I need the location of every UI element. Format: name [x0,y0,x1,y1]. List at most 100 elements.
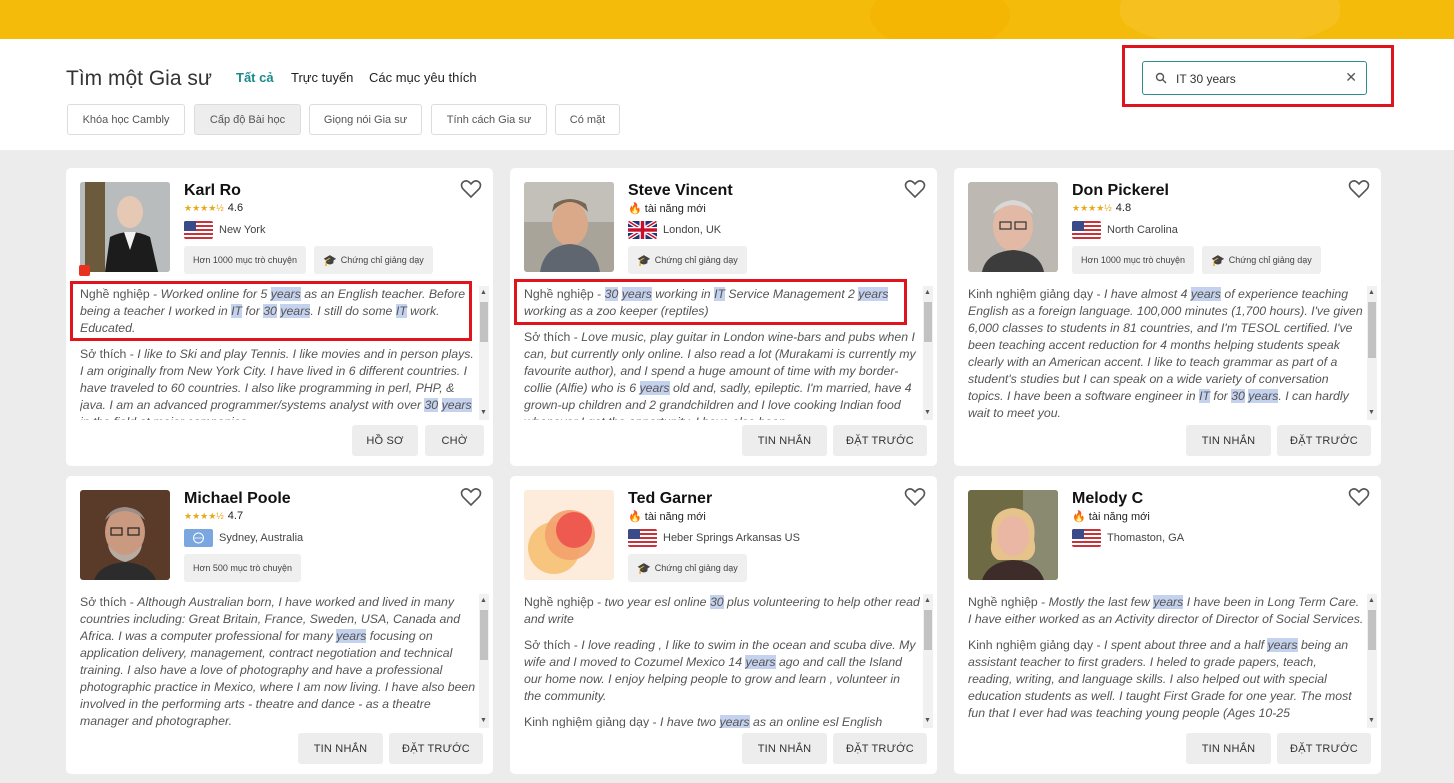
book-button[interactable]: ĐẶT TRƯỚC [1277,733,1371,764]
tab-favorites[interactable]: Các mục yêu thích [369,70,477,85]
search-header: Tìm một Gia sư Tất cả Trực tuyến Các mục… [0,39,1454,150]
tutor-photo[interactable] [80,490,170,580]
tutor-rating: ★★★★½ 4.7 [184,510,243,522]
hobby-text: Love music, play guitar in London wine-b… [524,330,916,420]
tutor-location: Thomaston, GA [1072,528,1184,548]
heart-icon[interactable] [904,179,926,199]
occupation-annotation-box [70,281,472,341]
scroll-down-icon[interactable]: ▼ [480,717,487,725]
star-icon: ★★★★½ [1072,202,1112,213]
scrollbar-thumb[interactable] [1368,610,1376,650]
scrollbar-thumb[interactable] [1368,302,1376,358]
tutor-location: London, UK [628,220,721,240]
scroll-up-icon[interactable]: ▲ [924,289,931,297]
scroll-up-icon[interactable]: ▲ [480,289,487,297]
tutor-name[interactable]: Steve Vincent [628,182,733,200]
tutor-name[interactable]: Ted Garner [628,490,712,508]
scroll-down-icon[interactable]: ▼ [1368,409,1375,417]
scroll-up-icon[interactable]: ▲ [480,597,487,605]
description-scrollbar[interactable]: ▲ ▼ [1367,594,1377,728]
book-button[interactable]: ĐẶT TRƯỚC [389,733,483,764]
location-text: New York [219,224,266,236]
heart-icon[interactable] [460,487,482,507]
close-icon[interactable]: ✕ [1345,69,1357,86]
heart-icon[interactable] [904,487,926,507]
badge-conversations: Hơn 500 mục trò chuyện [184,554,301,582]
new-talent-label: 🔥 tài năng mới [628,511,706,523]
scroll-up-icon[interactable]: ▲ [1368,289,1375,297]
hobby-text: I like to Ski and play Tennis. I like mo… [80,347,474,420]
tutor-name[interactable]: Melody C [1072,490,1143,508]
badge-conversations: Hơn 1000 mục trò chuyện [184,246,306,274]
tutor-location: Heber Springs Arkansas US [628,528,800,548]
search-highlight: years [441,398,472,412]
scroll-down-icon[interactable]: ▼ [924,409,931,417]
tutor-photo[interactable] [80,182,170,272]
status-indicator [79,265,90,276]
book-button[interactable]: ĐẶT TRƯỚC [833,733,927,764]
rating-value: 4.8 [1115,202,1132,214]
description-scrollbar[interactable]: ▲ ▼ [923,594,933,728]
scrollbar-thumb[interactable] [924,302,932,342]
tutor-name[interactable]: Don Pickerel [1072,182,1169,200]
heart-icon[interactable] [1348,487,1370,507]
tutor-photo[interactable] [524,490,614,580]
badge-certified: 🎓 Chứng chỉ giảng dạy [1202,246,1321,274]
tutor-description: Nghề nghiệp - two year esl online 30 plu… [524,594,920,728]
message-button[interactable]: TIN NHẮN [742,733,827,764]
search-highlight: 30 [709,595,724,609]
message-button[interactable]: TIN NHẮN [742,425,827,456]
scroll-up-icon[interactable]: ▲ [1368,597,1375,605]
tutor-photo[interactable] [968,490,1058,580]
book-button[interactable]: ĐẶT TRƯỚC [1277,425,1371,456]
page-title: Tìm một Gia sư [66,67,212,90]
hobby-text: Although Australian born, I have worked … [80,595,476,728]
scroll-up-icon[interactable]: ▲ [924,597,931,605]
description-scrollbar[interactable]: ▲ ▼ [1367,286,1377,420]
tutor-description: Nghề nghiệp - Mostly the last few years … [968,595,1364,720]
tutor-photo[interactable] [968,182,1058,272]
message-button[interactable]: TIN NHẮN [298,733,383,764]
scrollbar-thumb[interactable] [480,610,488,660]
location-text: Sydney, Australia [219,532,304,544]
badge-certified: 🎓 Chứng chỉ giảng dạy [628,246,747,274]
tab-online[interactable]: Trực tuyến [291,70,353,85]
book-button[interactable]: ĐẶT TRƯỚC [833,425,927,456]
filter-tutor-accent[interactable]: Giọng nói Gia sư [309,104,422,135]
message-button[interactable]: TIN NHẮN [1186,733,1271,764]
scrollbar-thumb[interactable] [924,610,932,650]
search-highlight: years [719,715,750,728]
graduation-cap-icon: 🎓 [637,562,651,575]
description-scrollbar[interactable]: ▲ ▼ [923,286,933,420]
tutor-name[interactable]: Michael Poole [184,490,291,508]
scroll-down-icon[interactable]: ▼ [480,409,487,417]
description-scrollbar[interactable]: ▲ ▼ [479,286,489,420]
search-query[interactable]: IT 30 years [1176,72,1236,86]
heart-icon[interactable] [1348,179,1370,199]
tutor-name[interactable]: Karl Ro [184,182,241,200]
filter-tutor-personality[interactable]: Tính cách Gia sư [431,104,547,135]
wait-button[interactable]: CHỜ [425,425,484,456]
filter-lesson-level[interactable]: Cấp độ Bài học [194,104,301,135]
heart-icon[interactable] [460,179,482,199]
tutor-rating: ★★★★½ 4.6 [184,202,243,214]
filter-available[interactable]: Có mặt [555,104,620,135]
tutor-photo[interactable] [524,182,614,272]
un-flag-icon [184,529,213,547]
description-scrollbar[interactable]: ▲ ▼ [479,594,489,728]
scrollbar-thumb[interactable] [480,302,488,342]
message-button[interactable]: TIN NHẮN [1186,425,1271,456]
banner-decoration [1120,0,1340,39]
banner-decoration [870,0,1010,39]
scroll-down-icon[interactable]: ▼ [1368,717,1375,725]
tutor-card: Ted Garner 🔥 tài năng mới Heber Springs … [510,476,937,774]
tab-all[interactable]: Tất cả [236,70,274,85]
graduation-cap-icon: 🎓 [323,254,337,267]
search-input[interactable]: IT 30 years ✕ [1142,61,1367,95]
graduation-cap-icon: 🎓 [637,254,651,267]
filter-cambly-course[interactable]: Khóa học Cambly [67,104,185,135]
tutor-description: Sở thích - Although Australian born, I h… [80,595,476,728]
search-highlight: IT [1199,389,1210,403]
scroll-down-icon[interactable]: ▼ [924,717,931,725]
profile-button[interactable]: HỒ SƠ [352,425,418,456]
